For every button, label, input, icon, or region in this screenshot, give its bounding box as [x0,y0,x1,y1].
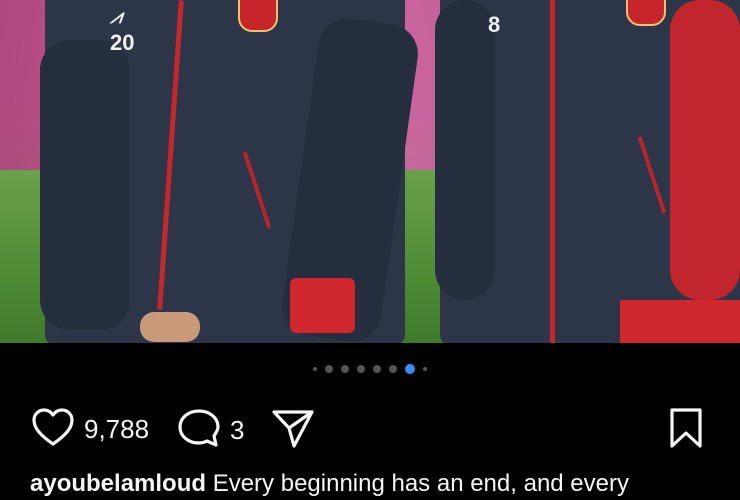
heart-icon [30,406,76,453]
share-paper-plane-icon [270,406,316,455]
carousel-indicator [0,364,740,374]
like-button[interactable]: 9,788 [30,406,149,453]
post-action-bar: 9,788 3 [0,400,740,456]
carousel-dot [357,365,365,373]
save-button[interactable] [666,406,706,455]
player-right-zipper [550,0,555,343]
club-crest-right [626,0,666,26]
player-right-sleeve [435,0,495,300]
comment-button[interactable]: 3 [176,406,244,455]
jersey-number-right: 8 [488,12,501,37]
player-left-sleeve [40,40,130,330]
jersey-number-left: 20 [110,30,135,55]
player-left-hands [140,312,200,342]
comment-count: 3 [230,415,245,445]
club-crest-left [238,0,278,32]
carousel-dot [423,367,427,371]
bookmark-icon [666,406,706,455]
carousel-dot [389,365,397,373]
player-right-red-shorts [620,300,740,343]
carousel-dot [325,365,333,373]
player-right-red-sleeve [670,0,740,300]
carousel-dot-active [405,364,415,374]
carousel-dot [373,365,381,373]
carousel-dot [313,367,317,371]
caption-username[interactable]: ayoubelamloud [30,470,206,497]
post-image[interactable]: ⩘ 20 8 [0,0,740,343]
caption-text: Every beginning has an end, and every [212,470,629,497]
comment-bubble-icon [176,406,222,455]
post-caption: ayoubelamloud Every beginning has an end… [30,470,740,498]
share-button[interactable] [270,406,316,455]
player-left-red-panel [290,278,355,333]
carousel-dot [341,365,349,373]
like-count[interactable]: 9,788 [84,414,149,445]
